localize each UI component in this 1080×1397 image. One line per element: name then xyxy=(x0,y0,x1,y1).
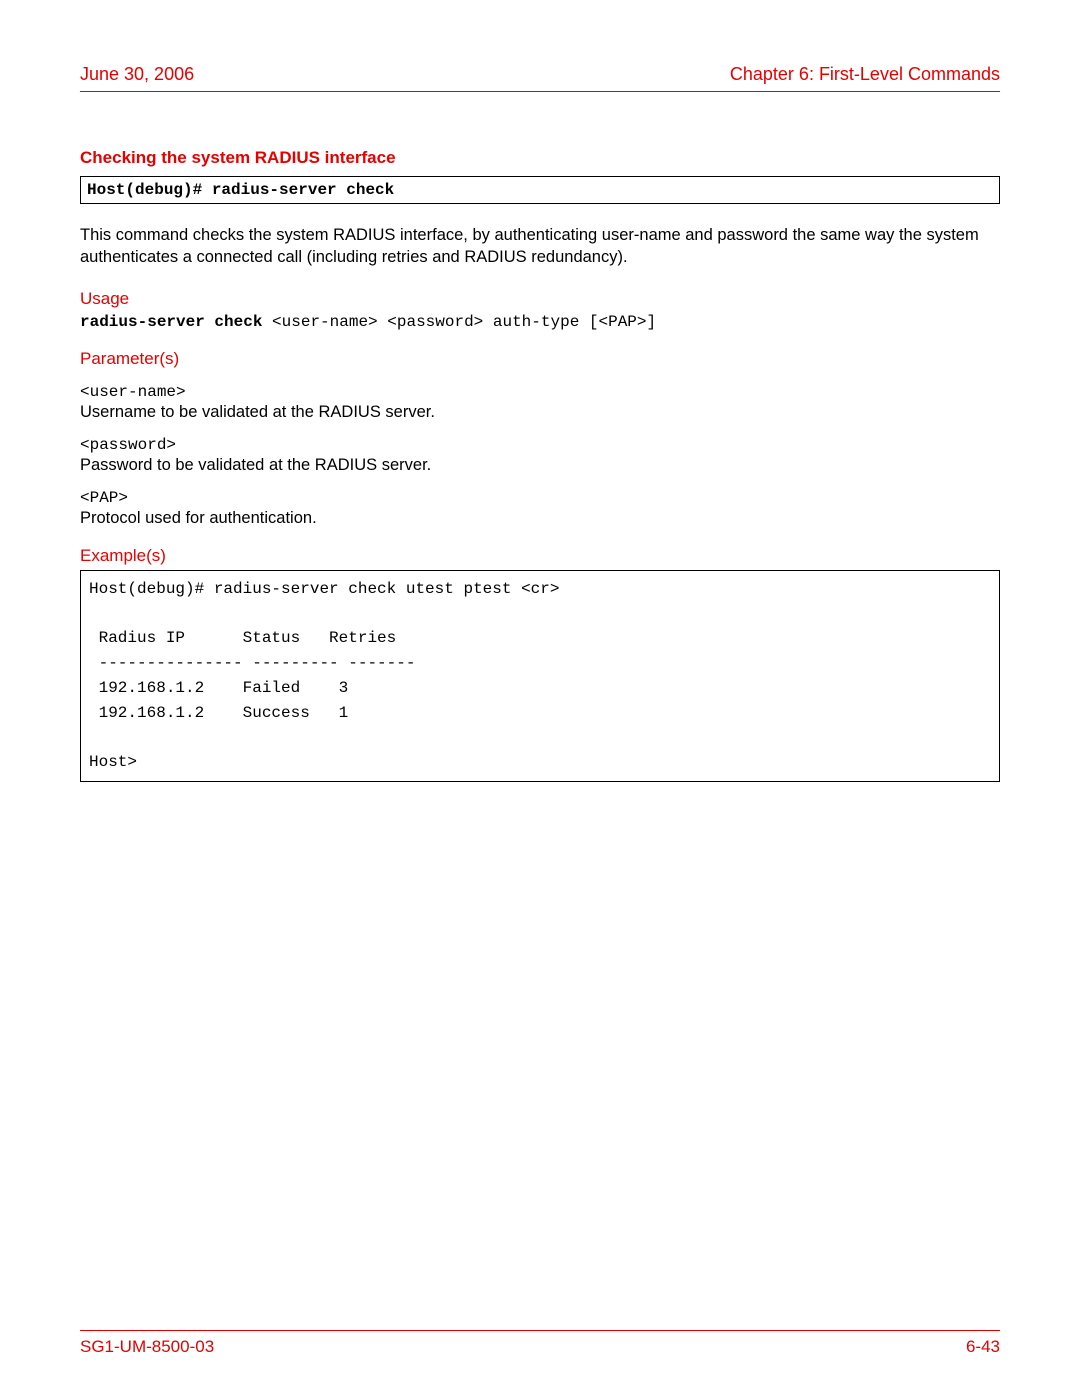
usage-syntax: radius-server check <user-name> <passwor… xyxy=(80,313,1000,331)
section-description: This command checks the system RADIUS in… xyxy=(80,224,1000,269)
usage-heading: Usage xyxy=(80,289,1000,309)
section-title: Checking the system RADIUS interface xyxy=(80,148,1000,168)
param-name: <user-name> xyxy=(80,383,1000,401)
command-box: Host(debug)# radius-server check xyxy=(80,176,1000,204)
param-desc: Password to be validated at the RADIUS s… xyxy=(80,456,1000,475)
param-desc: Protocol used for authentication. xyxy=(80,509,1000,528)
page-header: June 30, 2006 Chapter 6: First-Level Com… xyxy=(80,64,1000,92)
examples-heading: Example(s) xyxy=(80,546,1000,566)
example-output: Host(debug)# radius-server check utest p… xyxy=(80,570,1000,782)
param-name: <PAP> xyxy=(80,489,1000,507)
header-date: June 30, 2006 xyxy=(80,64,194,85)
page-body: June 30, 2006 Chapter 6: First-Level Com… xyxy=(0,0,1080,782)
param-name: <password> xyxy=(80,436,1000,454)
footer-pagenum: 6-43 xyxy=(966,1337,1000,1357)
page-footer: SG1-UM-8500-03 6-43 xyxy=(80,1330,1000,1357)
param-desc: Username to be validated at the RADIUS s… xyxy=(80,403,1000,422)
usage-command-bold: radius-server check xyxy=(80,313,262,331)
parameters-heading: Parameter(s) xyxy=(80,349,1000,369)
header-chapter: Chapter 6: First-Level Commands xyxy=(730,64,1000,85)
usage-command-args: <user-name> <password> auth-type [<PAP>] xyxy=(262,313,656,331)
footer-docid: SG1-UM-8500-03 xyxy=(80,1337,214,1357)
